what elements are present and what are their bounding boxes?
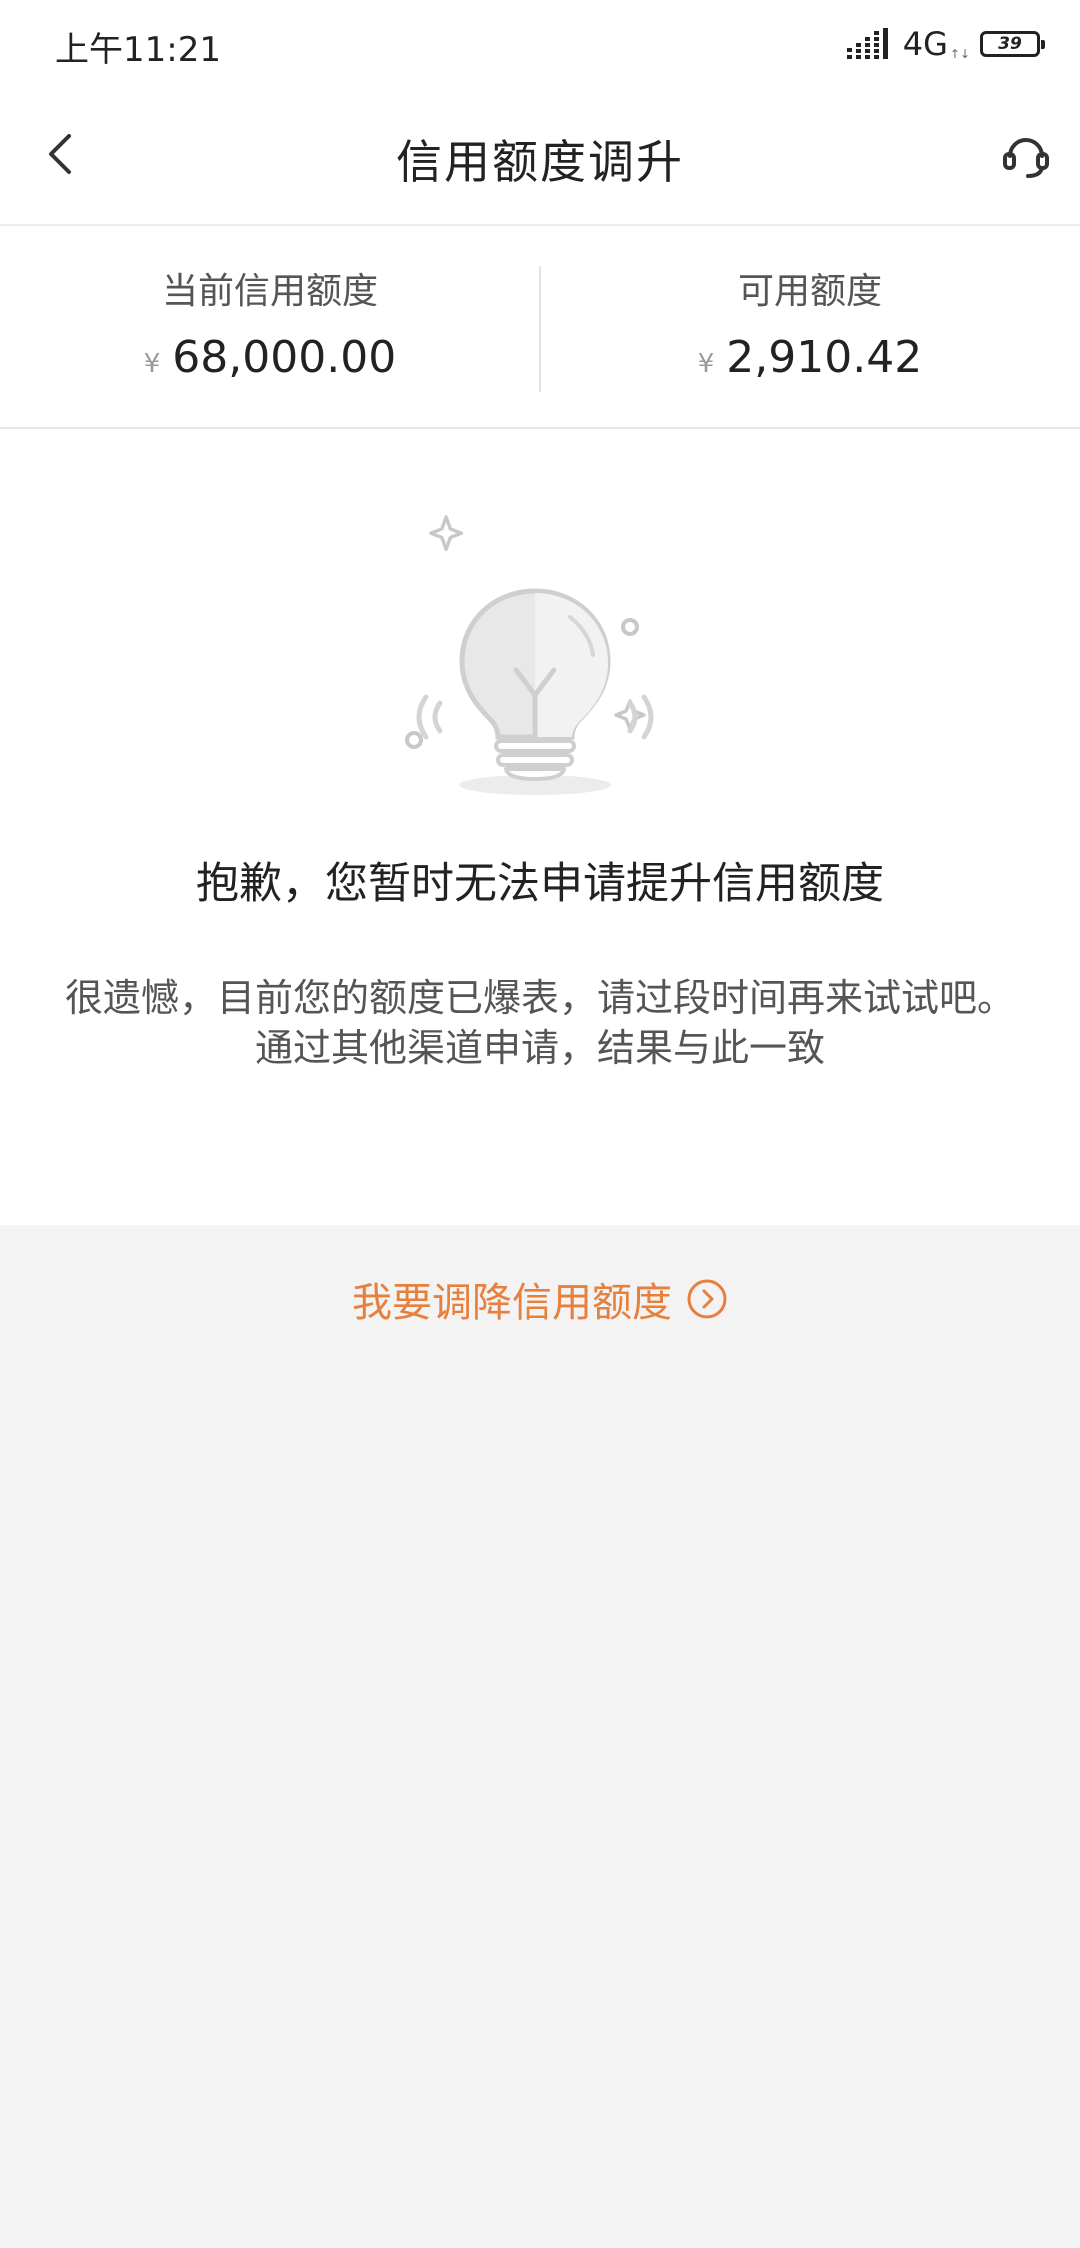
headset-icon: [1003, 138, 1049, 178]
network-activity-icon: ↑↓: [949, 47, 970, 61]
status-time: 上午11:21: [55, 30, 221, 70]
notice-card: 抱歉，您暂时无法申请提升信用额度 很遗憾，目前您的额度已爆表，请过段时间再来试试…: [0, 429, 1080, 1225]
battery-level: 39: [998, 34, 1022, 54]
decrease-credit-label: 我要调降信用额度: [352, 1280, 672, 1326]
nav-bar: 信用额度调升: [0, 90, 1080, 226]
notice-line-2: 通过其他渠道申请，结果与此一致: [254, 1026, 825, 1070]
current-credit-label: 当前信用额度: [161, 271, 378, 312]
page-title: 信用额度调升: [396, 135, 684, 189]
decrease-credit-link[interactable]: 我要调降信用额度: [0, 1270, 1080, 1328]
notice-body: 很遗憾，目前您的额度已爆表，请过段时间再来试试吧。 通过其他渠道申请，结果与此一…: [60, 973, 1020, 1073]
available-credit: 可用额度 ¥2,910.42: [540, 262, 1080, 383]
current-credit: 当前信用额度 ¥68,000.00: [0, 262, 540, 383]
status-indicators: 4G ↑↓ 39: [846, 25, 1045, 63]
credit-summary: 当前信用额度 ¥68,000.00 可用额度 ¥2,910.42: [0, 226, 1080, 429]
current-credit-value: 68,000.00: [172, 332, 397, 383]
lightbulb-icon: [405, 515, 654, 795]
available-credit-amount: ¥2,910.42: [540, 332, 1080, 383]
status-bar: 上午11:21 4G ↑↓ 39: [0, 0, 1080, 90]
customer-service-button[interactable]: [994, 124, 1058, 188]
current-credit-amount: ¥68,000.00: [0, 332, 540, 383]
currency-symbol: ¥: [697, 349, 715, 379]
network-type: 4G: [902, 25, 948, 63]
battery-icon: 39: [980, 31, 1045, 57]
available-credit-label: 可用额度: [737, 271, 882, 312]
signal-icon: [846, 28, 888, 59]
lightbulb-illustration: [390, 505, 690, 815]
available-credit-value: 2,910.42: [726, 332, 923, 383]
circle-chevron-right-icon: [687, 1279, 727, 1319]
notice-title: 抱歉，您暂时无法申请提升信用额度: [196, 859, 884, 909]
notice-line-1: 很遗憾，目前您的额度已爆表，请过段时间再来试试吧。: [64, 976, 1015, 1020]
currency-symbol: ¥: [143, 349, 161, 379]
